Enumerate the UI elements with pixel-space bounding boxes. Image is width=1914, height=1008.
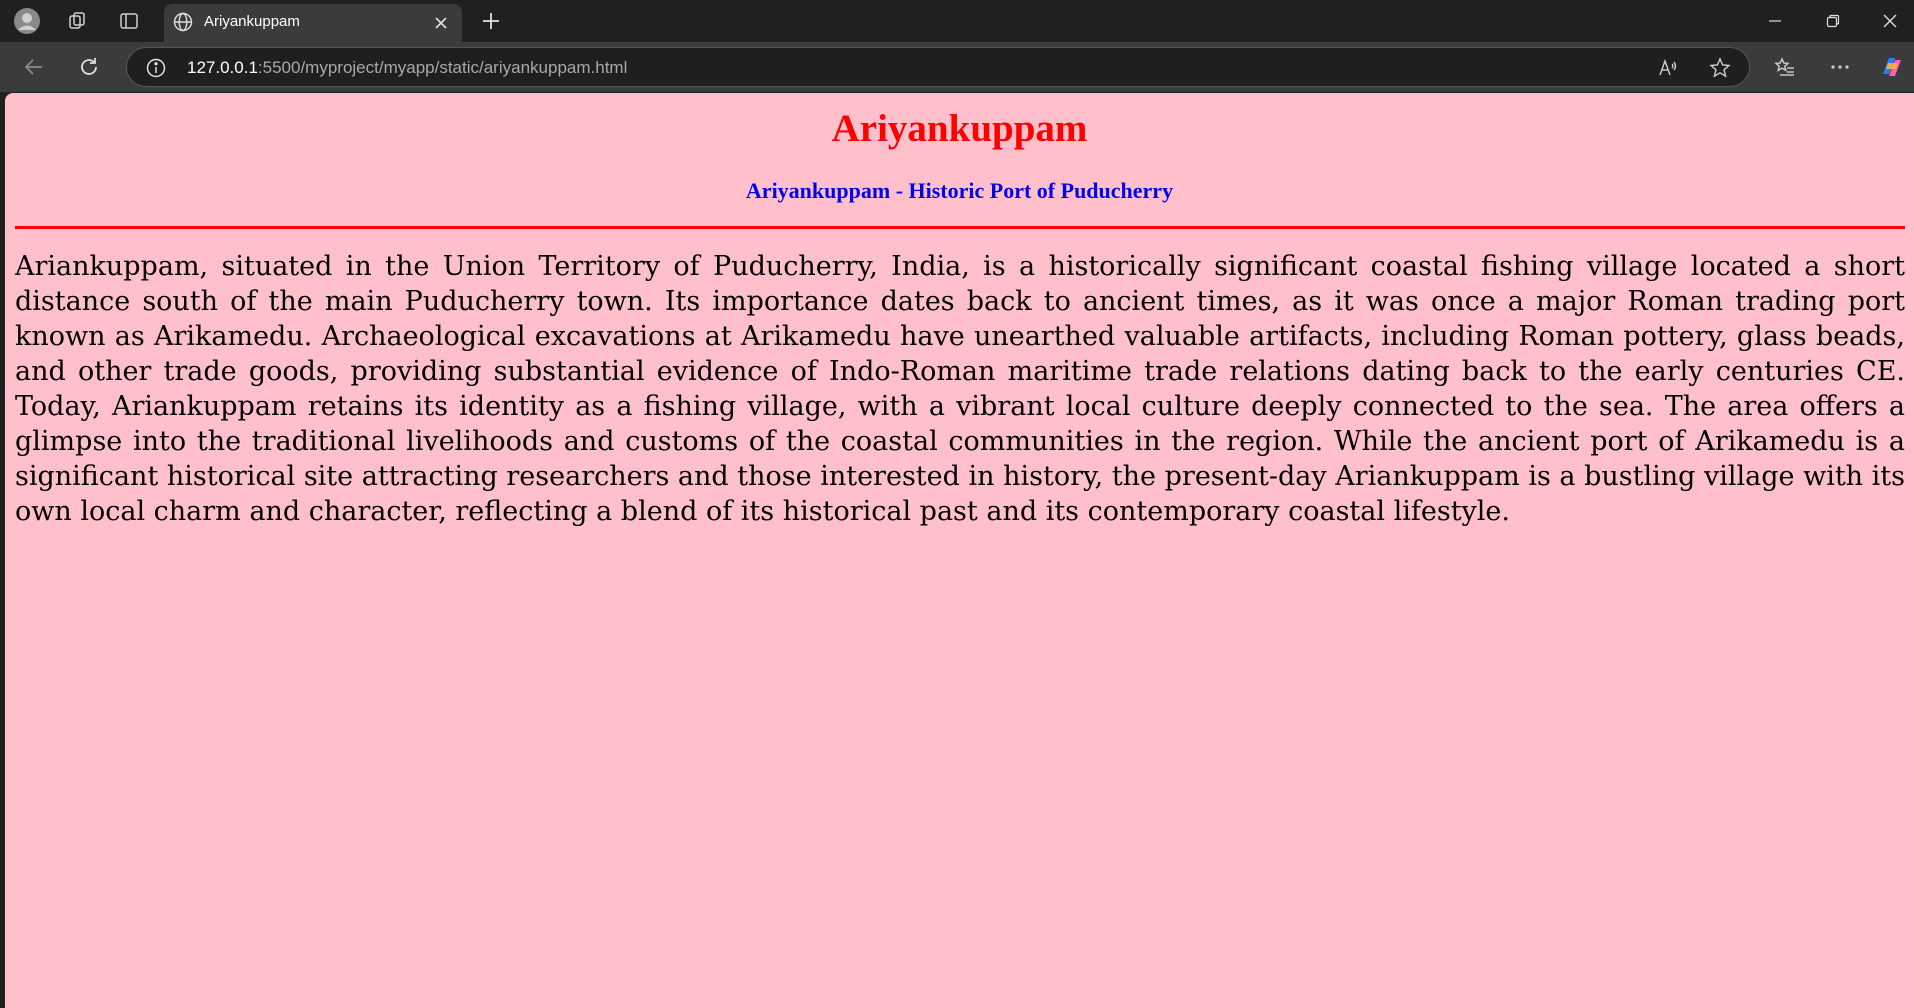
address-bar[interactable]: 127.0.0.1:5500/myproject/myapp/static/ar… [126,47,1750,87]
browser-titlebar: Ariyankuppam [0,0,1914,42]
page-subtitle: Ariyankuppam - Historic Port of Puducher… [745,178,1174,203]
copilot-icon[interactable] [1877,52,1907,82]
url-text: 127.0.0.1:5500/myproject/myapp/static/ar… [187,58,627,78]
globe-icon [172,11,194,37]
close-window-icon[interactable] [1862,0,1914,42]
workspaces-icon[interactable] [62,6,92,36]
url-host: 127.0.0.1 [187,58,258,77]
profile-avatar-icon[interactable] [12,6,42,36]
restore-icon[interactable] [1805,0,1861,42]
new-tab-plus-icon[interactable] [476,6,506,36]
browser-toolbar: 127.0.0.1:5500/myproject/myapp/static/ar… [0,42,1914,92]
tab-title: Ariyankuppam [204,13,300,30]
url-path: :5500/myproject/myapp/static/ariyankuppa… [257,58,628,77]
more-options-icon[interactable] [1825,52,1855,82]
page-viewport: Ariyankuppam Ariyankuppam - Historic Por… [5,93,1914,1008]
minimize-icon[interactable] [1747,0,1803,42]
refresh-icon[interactable] [73,51,105,83]
read-aloud-icon[interactable] [1655,55,1681,81]
back-arrow-icon[interactable] [18,51,50,83]
horizontal-rule [15,226,1905,229]
site-info-icon[interactable] [145,57,167,83]
page-title: Ariyankuppam [831,107,1088,150]
favorites-list-icon[interactable] [1770,52,1800,82]
close-tab-icon[interactable] [430,12,452,34]
favorite-star-icon[interactable] [1707,55,1733,81]
description-paragraph: Ariankuppam, situated in the Union Terri… [15,251,1905,527]
tab-ariyankuppam[interactable]: Ariyankuppam [164,4,462,42]
vertical-tabs-icon[interactable] [114,6,144,36]
